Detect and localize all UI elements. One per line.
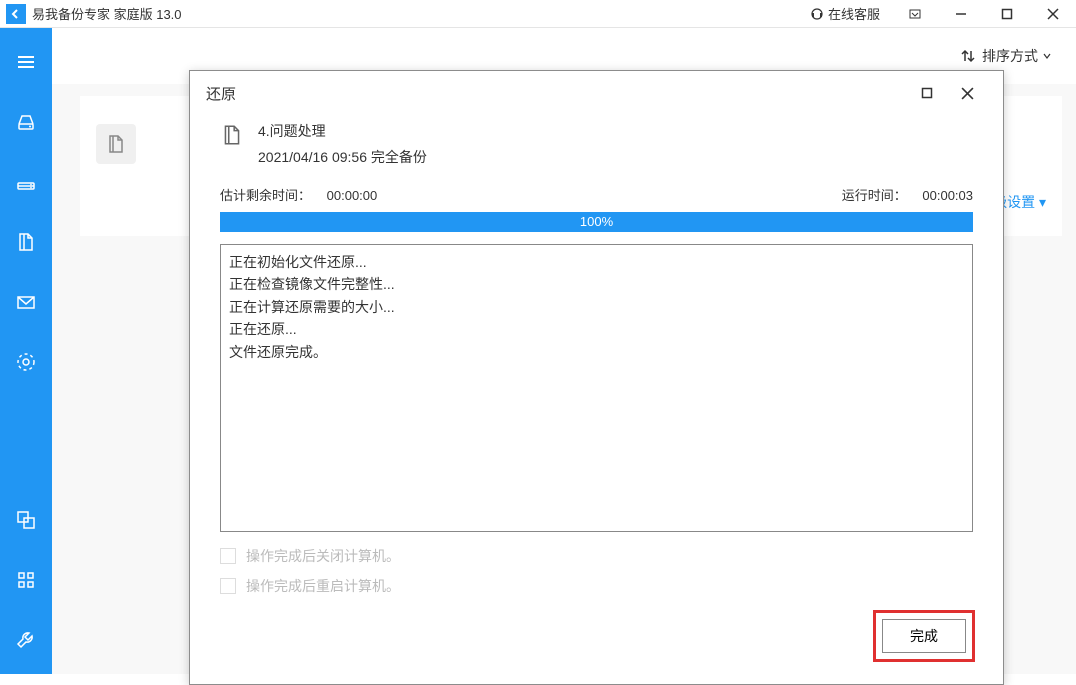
task-file-icon [96,124,136,164]
dialog-footer: 完成 [190,596,1003,684]
dialog-close-button[interactable] [947,73,987,113]
app-title: 易我备份专家 家庭版 13.0 [32,4,182,23]
task-name: 4.问题处理 [258,121,427,141]
content-area: 排序方式 高级设置 ▾ 还原 [52,28,1076,674]
restart-checkbox-row[interactable]: 操作完成后重启计算机。 [220,576,973,596]
system-backup-icon[interactable] [0,156,52,208]
run-time-label: 运行时间： [842,188,907,203]
log-line: 正在还原... [229,318,964,340]
backup-info: 2021/04/16 09:56 完全备份 [258,147,427,167]
time-info: 估计剩余时间： 00:00:00 运行时间： 00:00:03 [190,185,1003,212]
file-backup-icon[interactable] [0,216,52,268]
close-button[interactable] [1030,0,1076,28]
log-line: 正在计算还原需要的大小... [229,296,964,318]
shutdown-label: 操作完成后关闭计算机。 [246,546,400,566]
est-time-label: 估计剩余时间： [220,188,311,203]
dropdown-caret-icon: ▾ [1039,194,1046,210]
online-service-label: 在线客服 [828,4,880,23]
checkbox-icon [220,578,236,594]
maximize-button[interactable] [984,0,1030,28]
settings-icon[interactable] [0,614,52,666]
log-line: 正在检查镜像文件完整性... [229,273,964,295]
titlebar: 易我备份专家 家庭版 13.0 在线客服 [0,0,1076,28]
shutdown-checkbox-row[interactable]: 操作完成后关闭计算机。 [220,546,973,566]
dialog-maximize-button[interactable] [907,73,947,113]
app-icon [6,4,26,24]
dropdown-button[interactable] [892,0,938,28]
sidebar [0,28,52,674]
run-time-value: 00:00:03 [922,188,973,203]
log-line: 正在初始化文件还原... [229,251,964,273]
dialog-header: 4.问题处理 2021/04/16 09:56 完全备份 [190,115,1003,185]
est-time-value: 00:00:00 [327,188,378,203]
log-output[interactable]: 正在初始化文件还原... 正在检查镜像文件完整性... 正在计算还原需要的大小.… [220,244,973,532]
menu-icon[interactable] [0,36,52,88]
sort-label: 排序方式 [982,46,1038,66]
restart-label: 操作完成后重启计算机。 [246,576,400,596]
finish-highlight: 完成 [873,610,975,662]
restore-dialog: 还原 4.问题处理 2021/04/16 09:56 完全备份 [189,70,1004,685]
document-icon [220,123,244,147]
dialog-titlebar: 还原 [190,71,1003,115]
online-service-button[interactable]: 在线客服 [810,4,880,23]
sort-button[interactable]: 排序方式 [960,46,1052,66]
disk-backup-icon[interactable] [0,96,52,148]
mail-backup-icon[interactable] [0,276,52,328]
minimize-button[interactable] [938,0,984,28]
log-line: 文件还原完成。 [229,341,964,363]
dialog-title: 还原 [206,83,907,104]
checkbox-icon [220,548,236,564]
smart-backup-icon[interactable] [0,336,52,388]
tools-icon[interactable] [0,554,52,606]
progress-bar: 100% [220,212,973,232]
clone-icon[interactable] [0,494,52,546]
finish-button[interactable]: 完成 [882,619,966,653]
